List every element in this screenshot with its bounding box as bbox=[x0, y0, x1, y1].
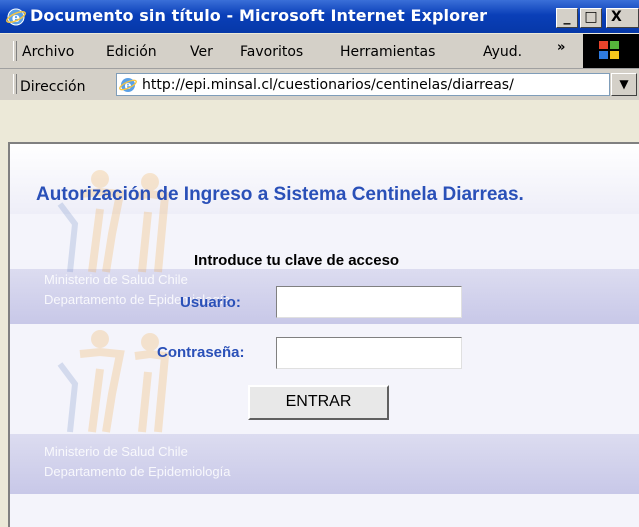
watermark-text: Ministerio de Salud Chile bbox=[44, 444, 188, 459]
watermark-figures-image bbox=[57, 170, 170, 273]
toolbar-area: Archivo Edición Ver Favoritos Herramient… bbox=[0, 34, 639, 100]
minimize-button[interactable]: _ bbox=[556, 8, 578, 28]
watermark-figures-image bbox=[57, 330, 170, 433]
menu-favoritos[interactable]: Favoritos bbox=[240, 44, 303, 60]
maximize-button[interactable]: □ bbox=[580, 8, 602, 28]
address-grip[interactable] bbox=[13, 74, 17, 94]
submit-button[interactable]: ENTRAR bbox=[248, 385, 389, 420]
menu-herramientas[interactable]: Herramientas bbox=[340, 44, 435, 60]
window-title-bar[interactable]: e Documento sin título - Microsoft Inter… bbox=[0, 0, 639, 33]
password-label: Contraseña: bbox=[157, 344, 245, 361]
menu-bar: Archivo Edición Ver Favoritos Herramient… bbox=[0, 34, 639, 69]
address-bar: Dirección e http://epi.minsal.cl/cuestio… bbox=[0, 69, 639, 100]
page-icon: e bbox=[119, 78, 137, 92]
page-content: Ministerio de Salud Chile Departamento d… bbox=[8, 142, 639, 527]
menu-overflow-chevron[interactable]: » bbox=[557, 40, 565, 55]
window-title: Documento sin título - Microsoft Interne… bbox=[30, 6, 488, 25]
username-label: Usuario: bbox=[180, 294, 241, 311]
address-label: Dirección bbox=[20, 79, 86, 95]
address-dropdown-button[interactable]: ▼ bbox=[611, 73, 637, 96]
watermark-text: Ministerio de Salud Chile bbox=[44, 272, 188, 287]
menu-edicion[interactable]: Edición bbox=[106, 44, 157, 60]
windows-flag-icon bbox=[599, 41, 619, 59]
address-input[interactable]: e http://epi.minsal.cl/cuestionarios/cen… bbox=[116, 73, 610, 96]
menu-archivo[interactable]: Archivo bbox=[22, 44, 74, 60]
ie-icon: e bbox=[6, 8, 26, 26]
menu-ayuda[interactable]: Ayud. bbox=[483, 44, 522, 60]
menu-ver[interactable]: Ver bbox=[190, 44, 213, 60]
page-heading: Autorización de Ingreso a Sistema Centin… bbox=[36, 184, 524, 205]
password-field[interactable] bbox=[276, 337, 462, 369]
username-field[interactable] bbox=[276, 286, 462, 318]
access-prompt: Introduce tu clave de acceso bbox=[194, 252, 400, 269]
close-button[interactable]: X bbox=[606, 8, 639, 28]
address-url: http://epi.minsal.cl/cuestionarios/centi… bbox=[142, 77, 514, 93]
windows-logo-panel bbox=[583, 34, 639, 68]
menu-grip[interactable] bbox=[13, 41, 17, 61]
watermark-text: Departamento de Epidemiología bbox=[44, 464, 231, 479]
